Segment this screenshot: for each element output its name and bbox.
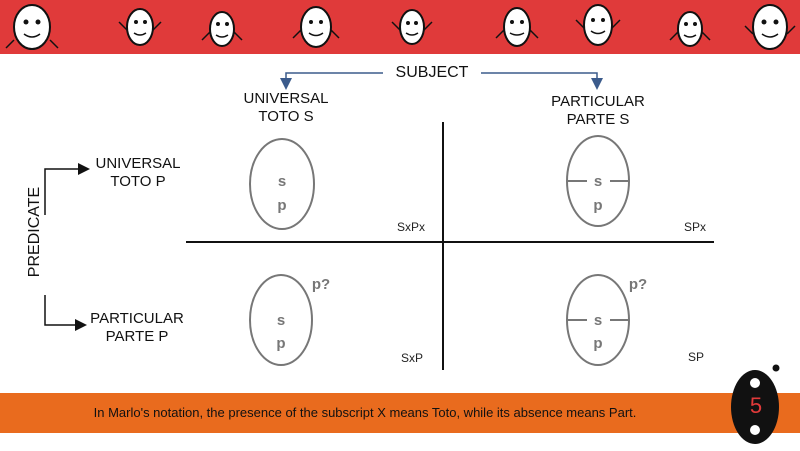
column-universal-line1: UNIVERSAL (243, 90, 329, 107)
header-banner (0, 0, 800, 54)
br-s: s (594, 312, 602, 329)
column-particular-line1: PARTICULAR (551, 93, 645, 110)
predicate-label: PREDICATE (26, 182, 44, 282)
footer-text: In Marlo's notation, the presence of the… (93, 405, 637, 420)
cartoon-character (583, 4, 613, 46)
tr-p: p (593, 197, 602, 214)
code-top-right: SPx (684, 220, 707, 234)
bl-s: s (277, 312, 285, 329)
row-particular-line2: PARTE P (105, 328, 169, 345)
cartoon-characters-decoration (5, 4, 796, 50)
cartoon-character (677, 11, 703, 47)
cartoon-character (752, 4, 788, 50)
code-bottom-right: SP (688, 350, 705, 364)
cartoon-character (13, 4, 51, 50)
predicate-arrow-top (44, 163, 90, 215)
tr-s: s (594, 173, 602, 190)
cartoon-character (126, 8, 154, 46)
page-number-badge: 5 (728, 362, 784, 446)
tl-s: s (278, 173, 286, 190)
bl-p: p (276, 335, 285, 352)
code-top-left: SxPx (397, 220, 426, 234)
cartoon-character (300, 6, 332, 48)
row-particular-line1: PARTICULAR (90, 310, 184, 327)
column-particular-line2: PARTE S (566, 111, 630, 128)
br-p-question: p? (629, 276, 647, 293)
subject-label: SUBJECT (383, 64, 481, 82)
tl-p: p (277, 197, 286, 214)
code-bottom-left: SxP (401, 351, 424, 365)
subject-arrow-right (481, 72, 603, 90)
row-header-universal: UNIVERSAL TOTO P (82, 155, 194, 191)
column-header-universal: UNIVERSAL TOTO S (226, 90, 346, 126)
row-header-particular: PARTICULAR PARTE P (80, 310, 194, 346)
predicate-arrow-bottom (44, 295, 87, 331)
bl-p-question: p? (312, 276, 330, 293)
cartoon-character (209, 11, 235, 47)
cartoon-character (399, 9, 425, 45)
footer-band: In Marlo's notation, the presence of the… (0, 393, 800, 433)
br-p: p (593, 335, 602, 352)
row-universal-line2: TOTO P (110, 173, 166, 190)
column-universal-line2: TOTO S (258, 108, 314, 125)
cartoon-character (503, 7, 531, 47)
subject-arrow-left (280, 72, 383, 90)
row-universal-line1: UNIVERSAL (95, 155, 181, 172)
column-header-particular: PARTICULAR PARTE S (538, 93, 658, 129)
page-number: 5 (749, 393, 763, 418)
